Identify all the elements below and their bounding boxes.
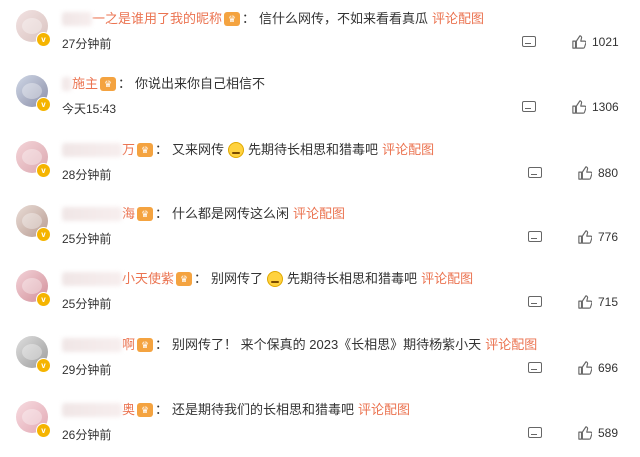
username-blur bbox=[62, 207, 122, 221]
comment-image-link[interactable]: 评论配图 bbox=[358, 401, 410, 419]
colon: ： bbox=[194, 271, 208, 286]
like-count: 696 bbox=[598, 361, 619, 375]
crown-badge-icon: ♛ bbox=[137, 403, 154, 417]
comment-text-continued: 先期待长相思和猎毒吧 bbox=[287, 271, 418, 286]
like-count: 715 bbox=[598, 295, 619, 309]
thumbs-up-icon[interactable] bbox=[578, 230, 593, 244]
comment-time: 27分钟前 bbox=[62, 37, 112, 51]
colon: ： bbox=[155, 142, 169, 157]
comment-reply-icon[interactable] bbox=[528, 231, 542, 242]
verified-badge: v bbox=[36, 32, 51, 47]
like-count: 880 bbox=[598, 166, 619, 180]
smile-emoji-icon bbox=[228, 142, 245, 158]
verified-badge: v bbox=[36, 97, 51, 112]
comment-image-link[interactable]: 评论配图 bbox=[485, 336, 537, 354]
comment-item: v 一之是谁用了我的昵称 ♛：信什么网传，不如来看看真瓜 评论配图 27分钟前 1021 bbox=[0, 6, 640, 66]
colon: ： bbox=[155, 206, 169, 221]
comment-reply-icon[interactable] bbox=[528, 296, 542, 307]
comment-reply-icon[interactable] bbox=[522, 36, 536, 47]
username-link[interactable]: 小天使紫 bbox=[122, 270, 174, 288]
comment-line: 小天使紫 ♛：别网传了 先期待长相思和猎毒吧 评论配图 bbox=[62, 270, 473, 288]
verified-badge: v bbox=[36, 423, 51, 438]
crown-badge-icon: ♛ bbox=[176, 272, 193, 286]
comment-reply-icon[interactable] bbox=[528, 167, 542, 178]
thumbs-up-icon[interactable] bbox=[572, 100, 587, 114]
comment-text: 又来网传 bbox=[172, 142, 225, 157]
thumbs-up-icon[interactable] bbox=[578, 361, 593, 375]
comment-image-link[interactable]: 评论配图 bbox=[382, 141, 434, 159]
crown-badge-icon: ♛ bbox=[137, 207, 154, 221]
thumbs-up-icon[interactable] bbox=[578, 426, 593, 440]
verified-badge: v bbox=[36, 292, 51, 307]
like-count: 1306 bbox=[592, 100, 619, 114]
comment-text: 别网传了 bbox=[211, 271, 264, 286]
username-blur bbox=[62, 338, 122, 352]
comment-item: v 奥 ♛：还是期待我们的长相思和猎毒吧 评论配图 26分钟前 589 bbox=[0, 397, 640, 457]
crown-badge-icon: ♛ bbox=[137, 338, 154, 352]
crown-badge-icon: ♛ bbox=[100, 77, 117, 91]
comment-line: 万 ♛：又来网传 先期待长相思和猎毒吧 评论配图 bbox=[62, 141, 434, 159]
username-blur bbox=[62, 77, 72, 91]
verified-badge: v bbox=[36, 163, 51, 178]
colon: ： bbox=[155, 337, 169, 352]
verified-badge: v bbox=[36, 358, 51, 373]
like-count: 776 bbox=[598, 230, 619, 244]
comment-item: v 小天使紫 ♛：别网传了 先期待长相思和猎毒吧 评论配图 25分钟前 715 bbox=[0, 266, 640, 326]
verified-badge: v bbox=[36, 227, 51, 242]
comment-line: 海 ♛：什么都是网传这么闲 评论配图 bbox=[62, 205, 345, 223]
comment-item: v 啊 ♛：别网传了！ 来个保真的 2023《长相思》期待杨紫小天 评论配图 29分钟前… bbox=[0, 332, 640, 392]
comment-time: 29分钟前 bbox=[62, 363, 112, 377]
username-blur bbox=[62, 12, 92, 26]
comment-item: v 施主 ♛：你说出来你自己相信不今天15:43 1306 bbox=[0, 71, 640, 131]
comment-line: 一之是谁用了我的昵称 ♛：信什么网传，不如来看看真瓜 评论配图 bbox=[62, 10, 484, 28]
comment-line: 施主 ♛：你说出来你自己相信不 bbox=[62, 75, 265, 93]
comment-line: 啊 ♛：别网传了！ 来个保真的 2023《长相思》期待杨紫小天 评论配图 bbox=[62, 336, 537, 354]
username-blur bbox=[62, 272, 122, 286]
comment-reply-icon[interactable] bbox=[522, 101, 536, 112]
thumbs-up-icon[interactable] bbox=[572, 35, 587, 49]
comment-reply-icon[interactable] bbox=[528, 427, 542, 438]
username-link[interactable]: 万 bbox=[122, 141, 135, 159]
username-link[interactable]: 啊 bbox=[122, 336, 135, 354]
thumbs-up-icon[interactable] bbox=[578, 295, 593, 309]
comment-item: v 海 ♛：什么都是网传这么闲 评论配图 25分钟前 776 bbox=[0, 201, 640, 261]
username-link[interactable]: 一之是谁用了我的昵称 bbox=[92, 10, 222, 28]
comment-reply-icon[interactable] bbox=[528, 362, 542, 373]
thumbs-up-icon[interactable] bbox=[578, 166, 593, 180]
smile-emoji-icon bbox=[267, 271, 284, 287]
colon: ： bbox=[155, 402, 169, 417]
like-count: 589 bbox=[598, 426, 619, 440]
comment-time: 今天15:43 bbox=[62, 102, 117, 116]
crown-badge-icon: ♛ bbox=[137, 143, 154, 157]
comment-time: 25分钟前 bbox=[62, 232, 112, 246]
comment-text: 你说出来你自己相信不 bbox=[135, 76, 266, 91]
comment-time: 28分钟前 bbox=[62, 168, 112, 182]
comment-text: 还是期待我们的长相思和猎毒吧 bbox=[172, 402, 355, 417]
comment-image-link[interactable]: 评论配图 bbox=[293, 205, 345, 223]
comment-time: 25分钟前 bbox=[62, 297, 112, 311]
username-link[interactable]: 奥 bbox=[122, 401, 135, 419]
username-link[interactable]: 海 bbox=[122, 205, 135, 223]
comment-text: 别网传了！ 来个保真的 2023《长相思》期待杨紫小天 bbox=[172, 337, 482, 352]
username-blur bbox=[62, 143, 122, 157]
username-link[interactable]: 施主 bbox=[72, 75, 98, 93]
crown-badge-icon: ♛ bbox=[224, 12, 241, 26]
colon: ： bbox=[242, 11, 256, 26]
comment-image-link[interactable]: 评论配图 bbox=[421, 270, 473, 288]
like-count: 1021 bbox=[592, 35, 619, 49]
comment-text-continued: 先期待长相思和猎毒吧 bbox=[248, 142, 379, 157]
colon: ： bbox=[118, 76, 132, 91]
comment-item: v 万 ♛：又来网传 先期待长相思和猎毒吧 评论配图 28分钟前 880 bbox=[0, 137, 640, 197]
comment-image-link[interactable]: 评论配图 bbox=[432, 10, 484, 28]
comment-line: 奥 ♛：还是期待我们的长相思和猎毒吧 评论配图 bbox=[62, 401, 410, 419]
username-blur bbox=[62, 403, 122, 417]
comment-text: 信什么网传，不如来看看真瓜 bbox=[259, 11, 429, 26]
comment-text: 什么都是网传这么闲 bbox=[172, 206, 290, 221]
